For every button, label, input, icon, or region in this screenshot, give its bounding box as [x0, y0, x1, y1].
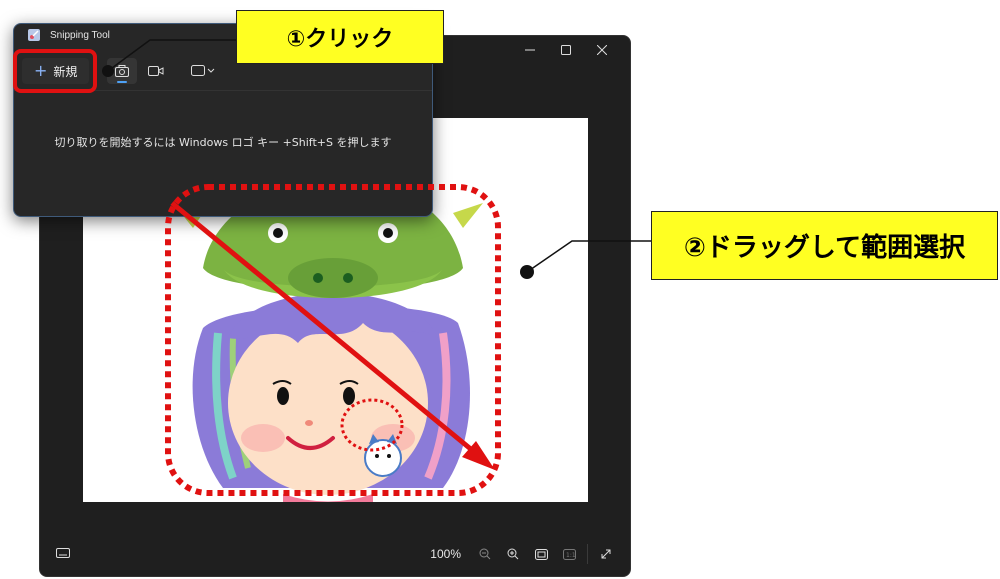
annotation-overlay: [102, 39, 651, 496]
selection-area-dotted: [165, 184, 501, 496]
callout2-leader-dot: [520, 265, 534, 279]
step2-callout: ②ドラッグして範囲選択: [651, 211, 998, 280]
drag-arrow-line: [170, 201, 480, 457]
callout2-leader-line: [526, 240, 651, 273]
callout1-leader-line: [107, 39, 236, 72]
step1-callout: ①クリック: [236, 10, 444, 64]
callout1-leader-dot: [102, 65, 114, 77]
sticker-dotted-marker: [340, 398, 404, 452]
